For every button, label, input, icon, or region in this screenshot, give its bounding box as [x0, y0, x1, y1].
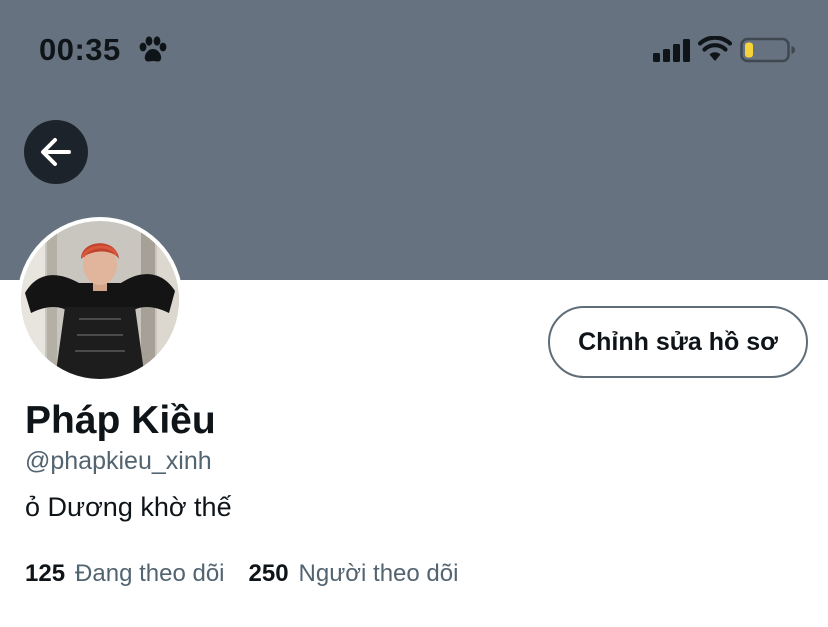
cellular-signal-icon — [653, 39, 690, 62]
followers-link[interactable]: 250 Người theo dõi — [249, 560, 459, 588]
profile-bio: ỏ Dương khờ thế — [25, 492, 232, 522]
arrow-left-icon — [41, 138, 71, 166]
following-count: 125 — [25, 560, 66, 587]
profile-screen: 00:35 Chỉnh sửa hồ sơ Pháp Kiều @phapkie… — [0, 0, 828, 627]
profile-handle: @phapkieu_xinh — [25, 447, 212, 475]
avatar-image — [21, 221, 179, 379]
followers-count: 250 — [248, 560, 289, 587]
edit-profile-button[interactable]: Chỉnh sửa hồ sơ — [548, 306, 808, 378]
profile-name: Pháp Kiều — [25, 399, 216, 442]
avatar[interactable] — [17, 217, 183, 383]
paw-icon — [139, 36, 167, 62]
following-label: Đang theo dõi — [75, 560, 225, 587]
followers-label: Người theo dõi — [298, 560, 459, 587]
profile-stats: 125 Đang theo dõi 250 Người theo dõi — [25, 560, 458, 588]
following-link[interactable]: 125 Đang theo dõi — [25, 560, 225, 588]
battery-icon — [740, 37, 795, 63]
status-time: 00:35 — [39, 32, 121, 67]
wifi-icon — [698, 36, 732, 61]
back-button[interactable] — [24, 120, 88, 184]
